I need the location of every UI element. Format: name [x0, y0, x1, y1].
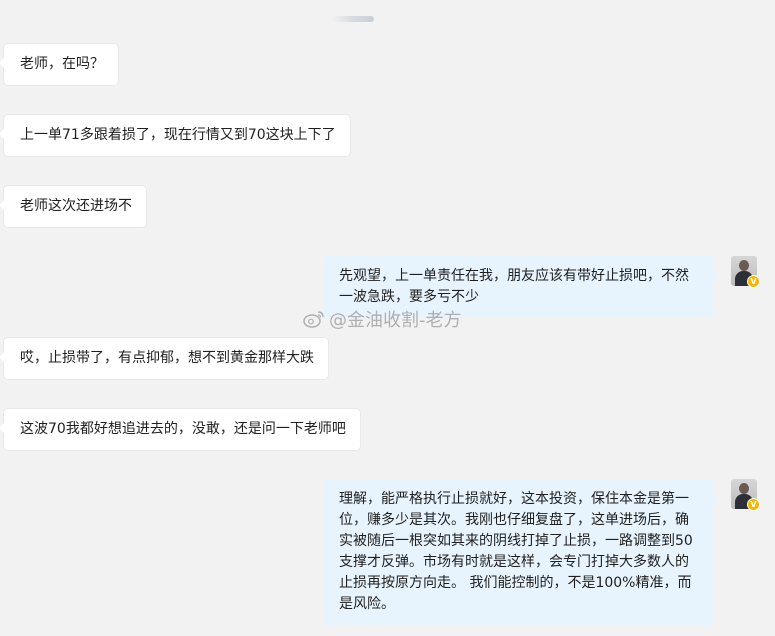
message-text: 老师这次还进场不	[20, 198, 132, 214]
message-bubble-incoming[interactable]: 这波70我都好想追进去的，没敢，还是问一下老师吧	[0, 409, 360, 450]
watermark: @金油收割-老方	[303, 306, 462, 332]
message-text: 先观望，上一单责任在我，朋友应该有带好止损吧，不然一波急跌，要多亏不少	[339, 268, 689, 305]
message-bubble-incoming[interactable]: 老师这次还进场不	[0, 186, 146, 227]
message-text: 上一单71多跟着损了，现在行情又到70这块上下了	[20, 127, 336, 143]
new-message-divider	[332, 16, 374, 22]
message-text: 哎，止损带了，有点抑郁，想不到黄金那样大跌	[20, 350, 314, 366]
message-text: 这波70我都好想追进去的，没敢，还是问一下老师吧	[20, 421, 346, 437]
message-bubble-incoming[interactable]: 哎，止损带了，有点抑郁，想不到黄金那样大跌	[0, 338, 328, 379]
watermark-text: @金油收割-老方	[329, 310, 462, 331]
avatar[interactable]: V	[731, 479, 760, 511]
verified-badge-icon: V	[747, 498, 760, 511]
message-bubble-outgoing[interactable]: 理解，能严格执行止损就好，这本投资，保住本金是第一位，赚多少是其次。我刚也仔细复…	[323, 479, 718, 625]
weibo-icon	[303, 311, 324, 328]
message-text: 理解，能严格执行止损就好，这本投资，保住本金是第一位，赚多少是其次。我刚也仔细复…	[339, 491, 693, 612]
verified-badge-icon: V	[747, 275, 760, 288]
message-text: 老师，在吗？	[20, 56, 104, 72]
message-bubble-incoming[interactable]: 上一单71多跟着损了，现在行情又到70这块上下了	[0, 115, 350, 156]
message-bubble-incoming[interactable]: 老师，在吗？	[0, 44, 118, 85]
avatar[interactable]: V	[731, 256, 760, 288]
